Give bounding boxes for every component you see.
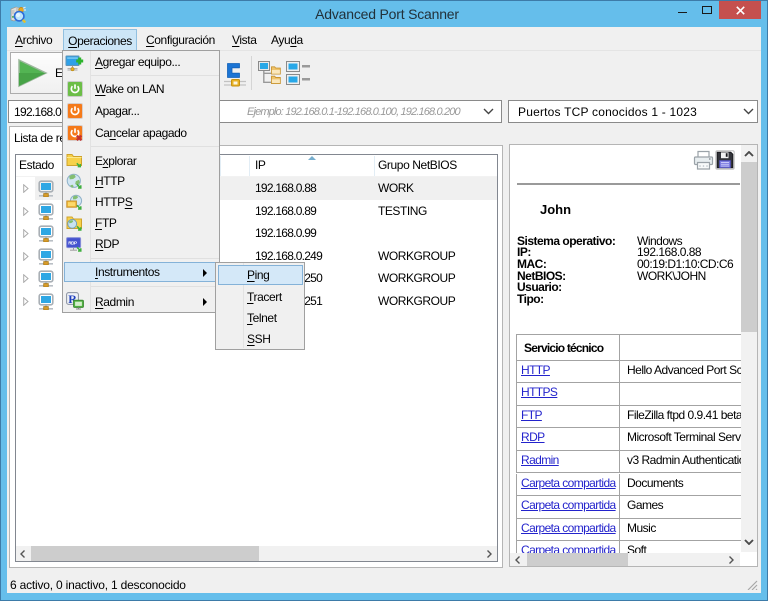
- svg-text:RDP: RDP: [68, 241, 77, 246]
